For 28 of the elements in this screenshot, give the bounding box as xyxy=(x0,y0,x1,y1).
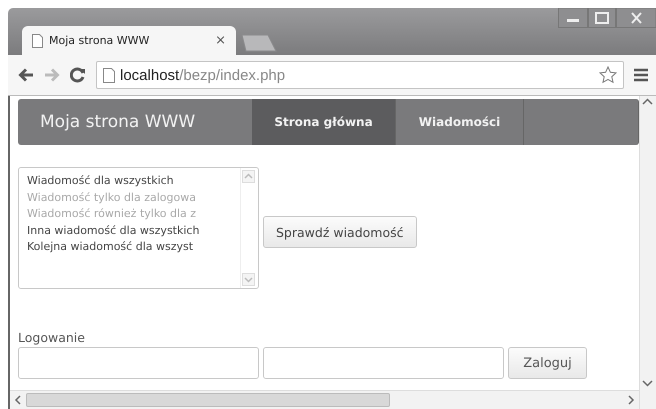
close-icon[interactable] xyxy=(616,8,656,28)
close-tab-icon[interactable]: × xyxy=(215,33,226,48)
new-tab-icon[interactable] xyxy=(240,34,278,52)
menu-icon[interactable] xyxy=(634,68,648,82)
reload-icon[interactable] xyxy=(70,67,86,83)
scroll-right-icon[interactable] xyxy=(627,395,635,405)
page-icon xyxy=(103,68,115,82)
star-icon[interactable] xyxy=(599,66,617,84)
message-option[interactable]: Kolejna wiadomość dla wszyst xyxy=(27,239,194,256)
nav-link[interactable]: Wiadomości xyxy=(396,99,524,145)
maximize-icon[interactable] xyxy=(588,8,616,28)
horizontal-scrollbar[interactable] xyxy=(10,390,639,409)
minimize-icon[interactable] xyxy=(558,8,588,28)
back-icon[interactable] xyxy=(18,68,34,82)
vertical-scrollbar[interactable] xyxy=(639,96,656,409)
scroll-left-icon[interactable] xyxy=(14,395,22,405)
nav-link[interactable]: Strona główna xyxy=(252,99,396,145)
message-option[interactable]: Wiadomość dla wszystkich xyxy=(27,173,174,190)
address-field[interactable]: localhost/bezp/index.php xyxy=(96,61,624,89)
message-option[interactable]: Inna wiadomość dla wszystkich xyxy=(27,222,200,239)
password-field[interactable] xyxy=(263,347,504,379)
page-icon xyxy=(32,34,43,48)
check-message-button[interactable]: Sprawdź wiadomość xyxy=(263,216,417,248)
login-button[interactable]: Zaloguj xyxy=(508,347,587,379)
login-heading: Logowanie xyxy=(18,330,85,345)
username-field[interactable] xyxy=(18,347,259,379)
site-brand[interactable]: Moja strona WWW xyxy=(18,99,252,145)
browser-tab[interactable]: Moja strona WWW × xyxy=(22,26,236,55)
